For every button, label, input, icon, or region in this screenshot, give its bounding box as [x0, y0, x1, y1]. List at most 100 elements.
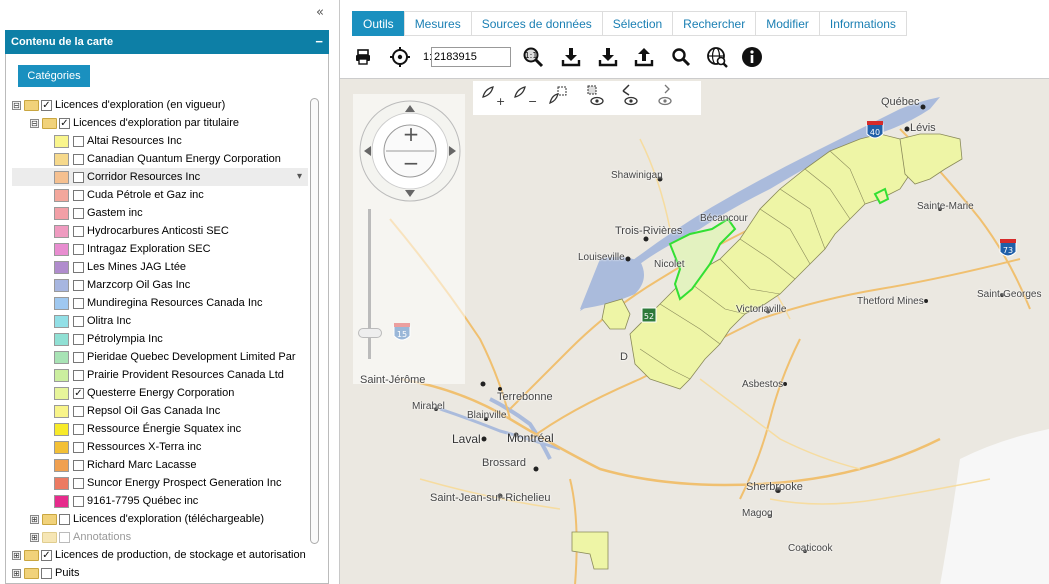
tree-item[interactable]: ✓ Questerre Energy Corporation	[12, 384, 308, 402]
layer-checkbox[interactable]	[59, 531, 70, 543]
layer-checkbox[interactable]	[73, 189, 84, 201]
tree-item[interactable]: Les Mines JAG Ltée	[12, 258, 308, 276]
tree-item[interactable]: ⊟ ✓ Licences d'exploration par titulaire	[12, 114, 308, 132]
printer-icon[interactable]	[350, 44, 376, 70]
tree-item[interactable]: Corridor Resources Inc ▾	[12, 168, 308, 186]
tree-item[interactable]: ⊞ Annotations	[12, 528, 308, 546]
layer-checkbox[interactable]	[73, 333, 84, 345]
layer-checkbox[interactable]	[73, 261, 84, 273]
zoom-out-button[interactable]: −	[396, 152, 426, 174]
folder-icon	[24, 99, 39, 111]
map-canvas[interactable]: 40 73 15 52 + −	[340, 78, 1049, 584]
city-label: Thetford Mines	[857, 296, 924, 307]
tree-item[interactable]: ⊞ Licences d'exploration (téléchargeable)	[12, 510, 308, 528]
tree-scrollbar[interactable]	[310, 98, 319, 544]
undo-view-icon[interactable]	[615, 81, 643, 109]
expand-toggle-icon[interactable]: ⊞	[12, 568, 21, 578]
expand-toggle-icon[interactable]: ⊞	[30, 514, 39, 524]
collapse-panel-icon[interactable]: «	[312, 6, 328, 20]
tree-item[interactable]: 9161-7795 Québec inc	[12, 492, 308, 510]
layer-checkbox[interactable]	[73, 297, 84, 309]
remove-vertex-icon[interactable]: −	[509, 81, 537, 109]
layer-checkbox[interactable]	[73, 423, 84, 435]
layer-checkbox[interactable]	[41, 567, 52, 579]
legend-swatch	[54, 368, 69, 382]
tab-outils[interactable]: Outils	[352, 11, 404, 36]
tree-item[interactable]: Hydrocarbures Anticosti SEC	[12, 222, 308, 240]
tree-item[interactable]: Intragaz Exploration SEC	[12, 240, 308, 258]
layer-checkbox[interactable]	[73, 225, 84, 237]
download-alt-icon[interactable]	[595, 44, 621, 70]
tree-item[interactable]: Pieridae Quebec Development Limited Par	[12, 348, 308, 366]
tab-modifier[interactable]: Modifier	[755, 11, 819, 36]
select-shape-icon[interactable]	[545, 81, 573, 109]
layer-checkbox[interactable]	[73, 459, 84, 471]
navigation-control: + −	[353, 94, 465, 384]
tree-item[interactable]: Altai Resources Inc	[12, 132, 308, 150]
expand-toggle-icon[interactable]: ⊟	[30, 118, 39, 128]
tree-item[interactable]: Cuda Pétrole et Gaz inc	[12, 186, 308, 204]
tab-sources-de-donn-es[interactable]: Sources de données	[470, 11, 602, 36]
layer-checkbox[interactable]	[73, 243, 84, 255]
tree-item[interactable]: Canadian Quantum Energy Corporation	[12, 150, 308, 168]
scale-input[interactable]	[431, 47, 511, 67]
tab-mesures[interactable]: Mesures	[403, 11, 471, 36]
layer-checkbox[interactable]: ✓	[73, 387, 84, 399]
panel-header: Contenu de la carte −	[5, 30, 329, 54]
layer-label: Les Mines JAG Ltée	[87, 261, 187, 274]
tree-item[interactable]: Gastem inc	[12, 204, 308, 222]
info-icon[interactable]	[739, 44, 765, 70]
select-visible-icon[interactable]	[581, 81, 609, 109]
upload-icon[interactable]	[631, 44, 657, 70]
item-menu-icon[interactable]: ▾	[297, 168, 302, 186]
search-icon[interactable]	[668, 44, 694, 70]
expand-toggle-icon[interactable]: ⊞	[30, 532, 39, 542]
tree-item[interactable]: Repsol Oil Gas Canada Inc	[12, 402, 308, 420]
layer-checkbox[interactable]	[73, 153, 84, 165]
redo-view-icon[interactable]	[649, 81, 677, 109]
layer-checkbox[interactable]: ✓	[59, 117, 70, 129]
layer-checkbox[interactable]	[59, 513, 70, 525]
globe-search-icon[interactable]	[704, 44, 730, 70]
tree-item[interactable]: Ressources X-Terra inc	[12, 438, 308, 456]
expand-toggle-icon[interactable]: ⊞	[12, 550, 21, 560]
tab-s-lection[interactable]: Sélection	[601, 11, 673, 36]
tab-categories[interactable]: Catégories	[18, 65, 90, 87]
download-icon[interactable]	[558, 44, 584, 70]
layer-checkbox[interactable]	[73, 315, 84, 327]
tree-item[interactable]: ⊞ ✓ Licences de production, de stockage et…	[12, 546, 308, 564]
tree-item[interactable]: Prairie Provident Resources Canada Ltd	[12, 366, 308, 384]
zoom-scale-icon[interactable]: 1:1	[520, 44, 546, 70]
tree-item[interactable]: ⊞ Puits	[12, 564, 308, 582]
tab-rechercher[interactable]: Rechercher	[672, 11, 756, 36]
city-label: Saint-Jean-sur-Richelieu	[430, 492, 551, 504]
layer-checkbox[interactable]	[73, 405, 84, 417]
expand-toggle-icon[interactable]: ⊟	[12, 100, 21, 110]
layer-checkbox[interactable]: ✓	[41, 549, 52, 561]
tree-item[interactable]: Mundiregina Resources Canada Inc	[12, 294, 308, 312]
tree-item[interactable]: Richard Marc Lacasse	[12, 456, 308, 474]
layer-checkbox[interactable]	[73, 441, 84, 453]
tree-item[interactable]: Pétrolympia Inc	[12, 330, 308, 348]
minimize-icon[interactable]: −	[315, 30, 323, 54]
zoom-slider-handle[interactable]	[358, 328, 382, 338]
layer-checkbox[interactable]	[73, 279, 84, 291]
tree-item[interactable]: Suncor Energy Prospect Generation Inc	[12, 474, 308, 492]
city-label: Lévis	[910, 122, 936, 134]
locate-icon[interactable]	[387, 44, 413, 70]
layer-checkbox[interactable]: ✓	[41, 99, 52, 111]
layer-checkbox[interactable]	[73, 351, 84, 363]
layer-checkbox[interactable]	[73, 207, 84, 219]
layer-checkbox[interactable]	[73, 171, 84, 183]
add-vertex-icon[interactable]: +	[477, 81, 505, 109]
tree-item[interactable]: Olitra Inc	[12, 312, 308, 330]
tab-informations[interactable]: Informations	[818, 11, 907, 36]
tree-item[interactable]: ⊟ ✓ Licences d'exploration (en vigueur)	[12, 96, 308, 114]
layer-checkbox[interactable]	[73, 369, 84, 381]
layer-checkbox[interactable]	[73, 477, 84, 489]
layer-checkbox[interactable]	[73, 495, 84, 507]
tree-item[interactable]: Ressource Énergie Squatex inc	[12, 420, 308, 438]
tree-item[interactable]: Marzcorp Oil Gas Inc	[12, 276, 308, 294]
zoom-in-button[interactable]: +	[396, 123, 426, 145]
layer-checkbox[interactable]	[73, 135, 84, 147]
